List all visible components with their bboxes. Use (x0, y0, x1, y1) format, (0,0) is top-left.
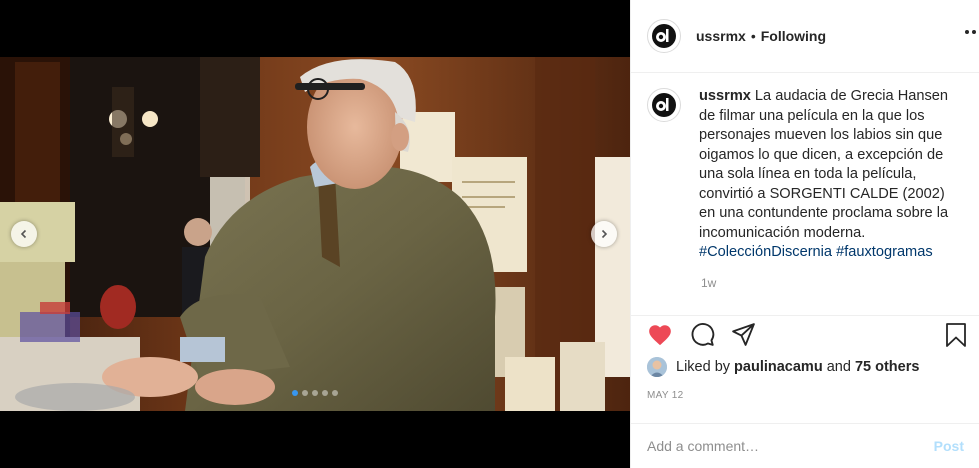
action-bar (647, 317, 966, 353)
chevron-right-icon (601, 229, 608, 239)
likes-others-link[interactable]: 75 others (855, 359, 919, 375)
hashtag-link[interactable]: #ColecciónDiscernia (699, 244, 832, 260)
heart-icon[interactable] (647, 322, 673, 348)
likes-prefix: Liked by (676, 359, 735, 375)
carousel-next-button[interactable] (591, 221, 617, 247)
header-username[interactable]: ussrmx (696, 28, 746, 44)
ussr-logo-icon (652, 93, 676, 117)
avatar[interactable] (647, 19, 681, 53)
user-avatar-icon (647, 357, 667, 377)
more-options-icon[interactable] (965, 30, 979, 34)
likes-summary: Liked by paulinacamu and 75 others (647, 353, 964, 381)
post-side-panel: ussrmx • Following ussrmx La audacia de G… (630, 0, 979, 468)
carousel-dot (312, 390, 318, 396)
carousel-indicator (0, 390, 630, 396)
caption-username[interactable]: ussrmx (699, 88, 751, 104)
post-header: ussrmx • Following (631, 0, 979, 73)
hashtag-link[interactable]: #fauxtogramas (836, 244, 933, 260)
carousel-dot (332, 390, 338, 396)
carousel-dot (292, 390, 298, 396)
post-date[interactable]: MAY 12 (647, 390, 964, 401)
chevron-left-icon (20, 229, 27, 239)
post-media (0, 0, 630, 468)
following-button[interactable]: Following (761, 28, 826, 44)
carousel-prev-button[interactable] (11, 221, 37, 247)
carousel-dot (322, 390, 328, 396)
caption-body: La audacia de Grecia Hansen de filmar un… (699, 88, 949, 241)
bookmark-icon[interactable] (944, 322, 968, 348)
caption-comment: ussrmx La audacia de Grecia Hansen de fil… (647, 87, 964, 263)
post-photo[interactable] (0, 57, 630, 411)
header-separator: • (750, 28, 756, 44)
actions-area: Liked by paulinacamu and 75 others MAY 1… (631, 315, 979, 423)
ussr-logo-icon (652, 24, 676, 48)
liker-avatar[interactable] (647, 357, 667, 377)
caption-area: ussrmx La audacia de Grecia Hansen de fil… (631, 74, 979, 315)
comment-icon[interactable] (690, 322, 715, 347)
caption-text: ussrmx La audacia de Grecia Hansen de fil… (699, 87, 964, 263)
liker-username[interactable]: paulinacamu (734, 359, 823, 375)
likes-middle: and (822, 359, 855, 375)
carousel-dot (302, 390, 308, 396)
post-comment-button[interactable]: Post (934, 438, 964, 454)
avatar[interactable] (647, 88, 681, 122)
caption-time[interactable]: 1w (701, 276, 964, 290)
add-comment-bar: Post (631, 423, 979, 468)
share-icon[interactable] (731, 322, 756, 347)
comment-input[interactable] (647, 438, 934, 454)
